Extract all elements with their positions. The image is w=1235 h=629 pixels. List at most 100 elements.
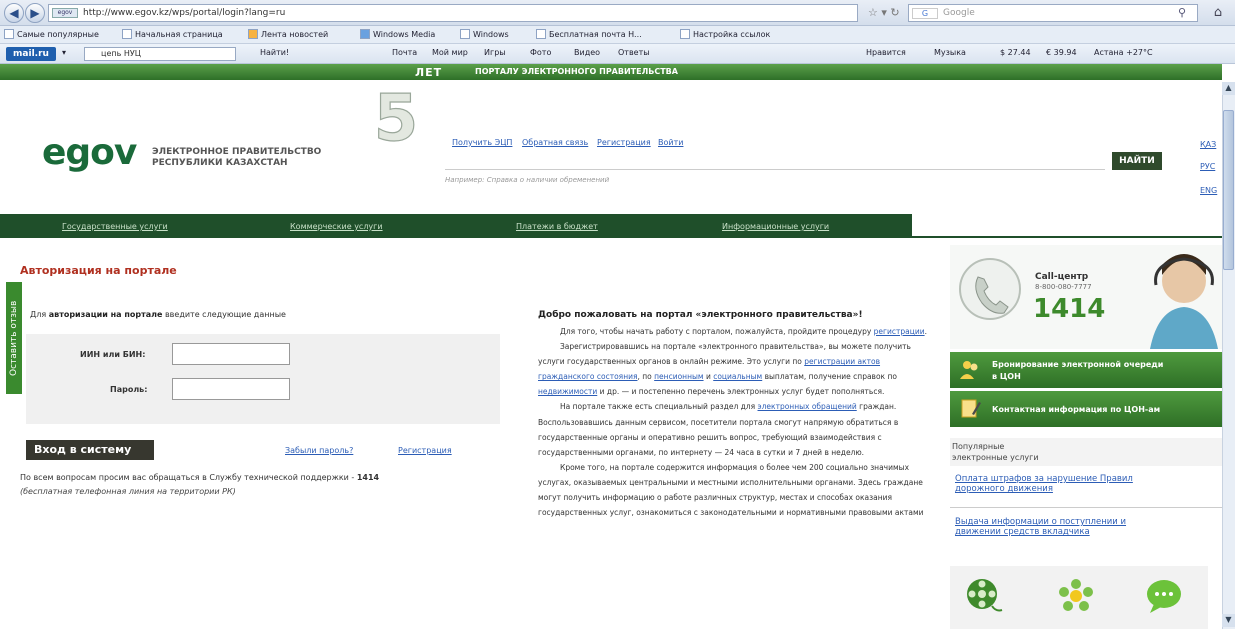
mailru-item-mail[interactable]: Почта bbox=[392, 48, 417, 57]
auth-form: ИИН или БИН: Пароль: bbox=[26, 334, 500, 424]
browser-window: ◀ ▶ egov http://www.egov.kz/wps/portal/l… bbox=[0, 0, 1235, 629]
search-hint: Например: Справка о наличии обременений bbox=[445, 176, 610, 184]
mailru-item-music[interactable]: Музыка bbox=[934, 48, 966, 57]
e-appeals-link[interactable]: электронных обращений bbox=[758, 402, 857, 411]
mailru-toolbar: mail.ru ▾ цепь НУЦ Найти! Почта Мой мир … bbox=[0, 44, 1235, 64]
egov-logo[interactable]: egov bbox=[42, 132, 137, 173]
scrollbar-thumb[interactable] bbox=[1223, 110, 1234, 270]
bookmark-star-icon[interactable]: ☆ ▾ ↻ bbox=[868, 6, 900, 19]
bookmark-item[interactable]: Windows bbox=[460, 29, 509, 39]
flower-icon[interactable] bbox=[1056, 576, 1096, 616]
nav-commercial-services[interactable]: Коммерческие услуги bbox=[290, 222, 383, 231]
welcome-title: Добро пожаловать на портал «электронного… bbox=[538, 310, 863, 320]
browser-search-placeholder: Google bbox=[943, 8, 975, 18]
bookmark-page-icon bbox=[680, 29, 690, 39]
nav-budget-payments[interactable]: Платежи в бюджет bbox=[516, 222, 598, 231]
social-link[interactable]: социальным bbox=[713, 372, 762, 381]
iin-input[interactable] bbox=[172, 343, 290, 365]
login-button[interactable]: Вход в систему bbox=[26, 440, 154, 460]
site-favicon-icon: egov bbox=[52, 8, 78, 18]
bottom-icons-panel bbox=[950, 566, 1208, 629]
bookmark-item[interactable]: Бесплатная почта H... bbox=[536, 29, 642, 39]
anniversary-label: ЛЕТ bbox=[415, 66, 443, 79]
auth-register-link[interactable]: Регистрация bbox=[398, 446, 452, 455]
bookmark-item[interactable]: Самые популярные bbox=[4, 29, 99, 39]
feedback-link[interactable]: Обратная связь bbox=[522, 138, 588, 147]
address-bar[interactable]: egov http://www.egov.kz/wps/portal/login… bbox=[48, 4, 858, 22]
forward-arrow-icon[interactable]: ▶ bbox=[25, 3, 45, 23]
scroll-up-arrow-icon[interactable]: ▲ bbox=[1222, 82, 1235, 95]
anniversary-number: 5 bbox=[374, 82, 419, 154]
site-search-input[interactable] bbox=[445, 154, 1105, 170]
mailru-logo[interactable]: mail.ru bbox=[6, 47, 56, 61]
film-reel-icon[interactable] bbox=[964, 576, 1004, 616]
bookmark-item[interactable]: Лента новостей bbox=[248, 29, 328, 39]
search-engine-icon[interactable]: G bbox=[912, 8, 938, 19]
address-bar-url: http://www.egov.kz/wps/portal/login?lang… bbox=[83, 8, 286, 18]
lang-eng[interactable]: ENG bbox=[1200, 186, 1217, 195]
search-magnifier-icon[interactable]: ⚲ bbox=[1178, 6, 1186, 19]
usd-rate[interactable]: $ 27.44 bbox=[1000, 48, 1031, 57]
popular-pension-link[interactable]: Выдача информации о поступлении и движен… bbox=[955, 517, 1217, 537]
bookmark-item[interactable]: Начальная страница bbox=[122, 29, 223, 39]
bookmark-item[interactable]: Windows Media bbox=[360, 29, 435, 39]
real-estate-link[interactable]: недвижимости bbox=[538, 387, 597, 396]
pension-link[interactable]: пенсионным bbox=[654, 372, 703, 381]
divider bbox=[950, 507, 1222, 508]
registration-link[interactable]: регистрации bbox=[874, 327, 925, 336]
popular-services-title: Популярные электронные услуги bbox=[950, 438, 1222, 466]
notepad-icon bbox=[961, 399, 981, 418]
mailru-item-myworld[interactable]: Мой мир bbox=[432, 48, 468, 57]
nav-state-services[interactable]: Государственные услуги bbox=[62, 222, 168, 231]
auth-intro: Для авторизации на портале введите следу… bbox=[30, 310, 286, 319]
main-nav: Государственные услуги Коммерческие услу… bbox=[0, 214, 912, 238]
feedback-tab[interactable]: Оставить отзыв bbox=[6, 282, 22, 394]
dropdown-arrow-icon[interactable]: ▾ bbox=[62, 48, 66, 57]
people-icon bbox=[960, 361, 978, 379]
nav-info-services[interactable]: Информационные услуги bbox=[722, 222, 829, 231]
forgot-password-link[interactable]: Забыли пароль? bbox=[285, 446, 353, 455]
password-input[interactable] bbox=[172, 378, 290, 400]
welcome-paragraph: Кроме того, на портале содержится информ… bbox=[538, 462, 924, 518]
welcome-body: Для того, чтобы начать работу с порталом… bbox=[538, 324, 938, 626]
auth-title: Авторизация на портале bbox=[20, 264, 177, 277]
password-label: Пароль: bbox=[110, 385, 148, 394]
bookmark-page-icon bbox=[460, 29, 470, 39]
call-center-title: Call-центр bbox=[1035, 272, 1089, 282]
support-text: По всем вопросам просим вас обращаться в… bbox=[20, 473, 380, 482]
login-link[interactable]: Войти bbox=[658, 138, 683, 147]
five-years-badge-icon: 5 bbox=[373, 81, 419, 154]
lang-rus[interactable]: РУС bbox=[1200, 162, 1215, 171]
mailru-item-photo[interactable]: Фото bbox=[530, 48, 551, 57]
logo-subtitle: РЕСПУБЛИКИ КАЗАХСТАН bbox=[152, 158, 288, 168]
mailru-item-video[interactable]: Видео bbox=[574, 48, 600, 57]
bookmark-page-icon bbox=[122, 29, 132, 39]
mailru-item-answers[interactable]: Ответы bbox=[618, 48, 650, 57]
tson-contacts-button[interactable]: Контактная информация по ЦОН-ам bbox=[950, 391, 1222, 427]
mailru-item-like[interactable]: Нравится bbox=[866, 48, 906, 57]
browser-search-input[interactable]: G Google bbox=[908, 4, 1198, 22]
mailru-search-input[interactable]: цепь НУЦ bbox=[84, 47, 236, 61]
welcome-paragraph: На портале также есть специальный раздел… bbox=[538, 402, 899, 457]
bookmarks-bar: Самые популярные Начальная страница Лент… bbox=[0, 26, 1235, 44]
mailru-find-button[interactable]: Найти! bbox=[260, 48, 289, 57]
popular-fines-link[interactable]: Оплата штрафов за нарушение Правил дорож… bbox=[955, 474, 1217, 494]
lang-kaz[interactable]: ҚАЗ bbox=[1200, 140, 1216, 149]
bookmark-page-icon bbox=[4, 29, 14, 39]
scroll-down-arrow-icon[interactable]: ▼ bbox=[1222, 614, 1235, 627]
weather-widget[interactable]: Астана +27°C bbox=[1094, 48, 1153, 57]
find-button[interactable]: НАЙТИ bbox=[1112, 152, 1162, 170]
back-arrow-icon[interactable]: ◀ bbox=[4, 3, 24, 23]
eur-rate[interactable]: € 39.94 bbox=[1046, 48, 1077, 57]
chat-bubble-icon[interactable] bbox=[1144, 576, 1184, 616]
booking-queue-button[interactable]: Бронирование электронной очереди в ЦОН bbox=[950, 352, 1222, 388]
get-eds-link[interactable]: Получить ЭЦП bbox=[452, 138, 512, 147]
nav-divider bbox=[912, 236, 1222, 238]
mailru-item-games[interactable]: Игры bbox=[484, 48, 506, 57]
welcome-paragraph: Зарегистрировавшись на портале «электрон… bbox=[538, 342, 911, 397]
call-center-number: 1414 bbox=[1033, 294, 1106, 324]
bookmark-item[interactable]: Настройка ссылок bbox=[680, 29, 770, 39]
home-icon[interactable]: ⌂ bbox=[1206, 4, 1230, 22]
browser-nav-bar: ◀ ▶ egov http://www.egov.kz/wps/portal/l… bbox=[0, 0, 1235, 26]
register-link[interactable]: Регистрация bbox=[597, 138, 651, 147]
